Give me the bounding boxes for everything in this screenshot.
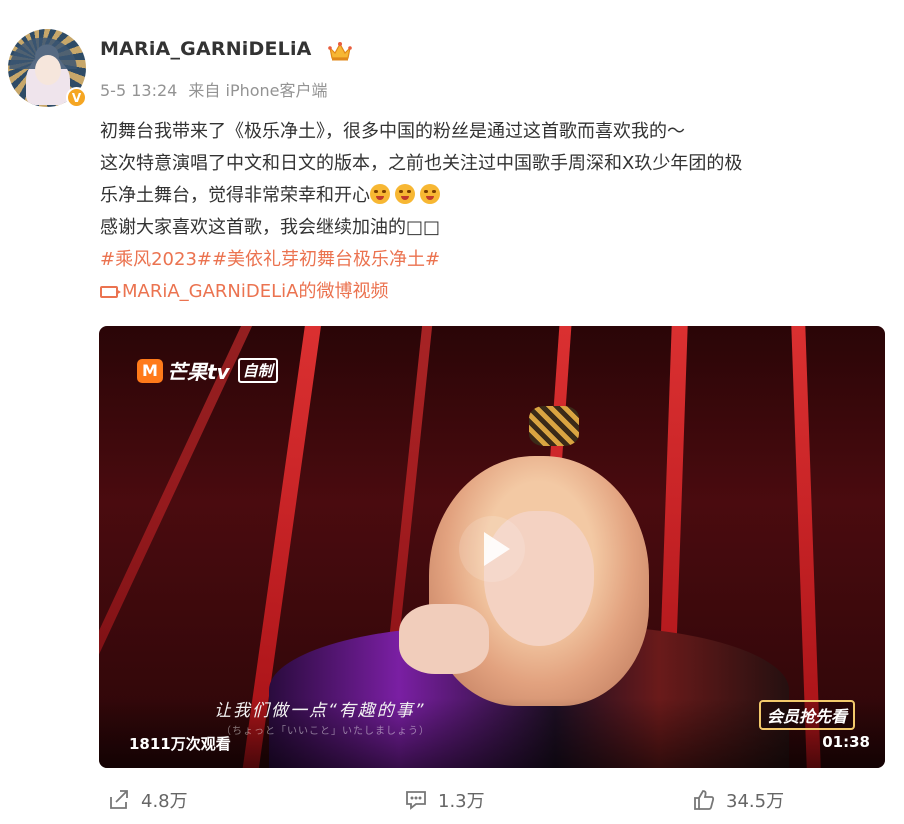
hashtag-link[interactable]: #乘风2023##美依礼芽初舞台极乐净土# [100, 244, 890, 276]
comment-icon [406, 791, 426, 810]
post-content: 初舞台我带来了《极乐净土》，很多中国的粉丝是通过这首歌而喜欢我的～ 这次特意演唱… [100, 116, 890, 308]
video-player[interactable]: M 芒果tv 自制 让我们做一点“有趣的事” （ちょっと「いいこと」いたしましょ… [99, 326, 885, 768]
play-icon[interactable] [459, 516, 525, 582]
username[interactable]: MARiA_GARNiDELiA [100, 38, 312, 60]
mango-tv-logo: M 芒果tv 自制 [137, 356, 278, 385]
comment-button[interactable]: 1.3万 [404, 787, 485, 813]
mango-logo-mark: M [137, 358, 163, 383]
mango-logo-text: 芒果tv [167, 360, 230, 384]
post-time[interactable]: 5-5 13:24 [100, 81, 177, 100]
share-button[interactable]: 4.8万 [107, 787, 188, 813]
smile-emoji-icon [420, 184, 440, 204]
post-source: 来自 iPhone客户端 [188, 81, 328, 100]
vip-preview-badge: 会员抢先看 [759, 700, 856, 730]
share-icon [110, 790, 128, 809]
like-button[interactable]: 34.5万 [692, 787, 784, 813]
video-subtitle: 让我们做一点“有趣的事” [214, 701, 426, 721]
like-icon [694, 790, 715, 810]
share-count: 4.8万 [141, 791, 188, 812]
smile-emoji-icon [395, 184, 415, 204]
comment-count: 1.3万 [438, 791, 485, 812]
like-count: 34.5万 [726, 791, 785, 812]
content-line-text: 乐净土舞台，觉得非常荣幸和开心 [100, 185, 370, 206]
content-line: 这次特意演唱了中文和日文的版本，之前也关注过中国歌手周深和X玖少年团的极 [100, 153, 743, 174]
verified-badge-icon: V [66, 87, 87, 108]
content-line: 感谢大家喜欢这首歌，我会继续加油的□□ [100, 217, 441, 238]
crown-icon[interactable] [327, 40, 353, 62]
video-link-icon [100, 286, 121, 298]
view-count: 1811万次观看 [129, 735, 231, 753]
video-link[interactable]: MARiA_GARNiDELiA的微博视频 [100, 276, 890, 308]
content-line: 乐净土舞台，觉得非常荣幸和开心 [100, 180, 890, 212]
video-link-label: MARiA_GARNiDELiA的微博视频 [122, 281, 389, 302]
original-tag: 自制 [237, 358, 278, 383]
video-subtitle-jp: （ちょっと「いいこと」いたしましょう） [221, 726, 430, 737]
smile-emoji-icon [370, 184, 390, 204]
post-meta: 5-5 13:24 来自 iPhone客户端 [100, 77, 334, 101]
content-line: 初舞台我带来了《极乐净土》，很多中国的粉丝是通过这首歌而喜欢我的～ [100, 121, 685, 142]
video-duration: 01:38 [822, 733, 870, 751]
